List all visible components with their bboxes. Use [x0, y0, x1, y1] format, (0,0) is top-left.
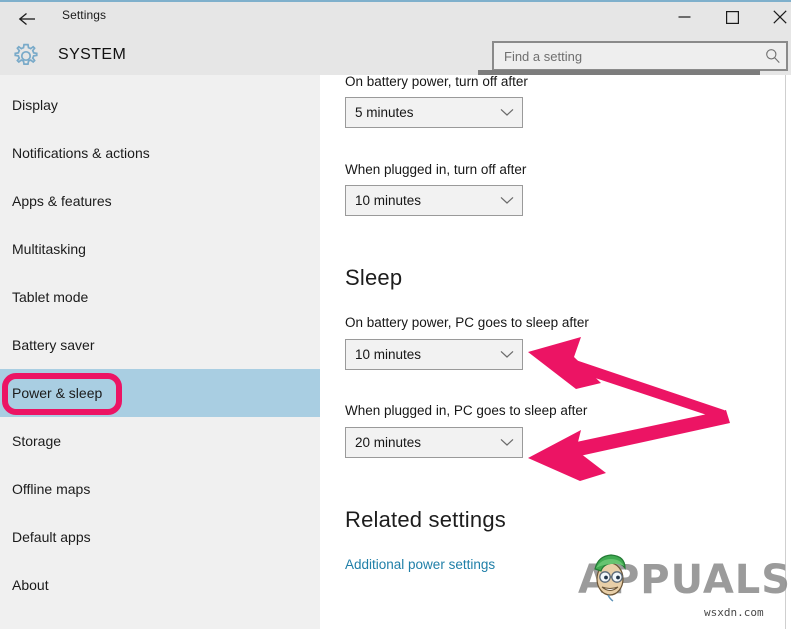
sidebar-item-apps-features[interactable]: Apps & features: [0, 177, 320, 225]
sidebar-item-label: Power & sleep: [12, 385, 103, 401]
sidebar-item-multitasking[interactable]: Multitasking: [0, 225, 320, 273]
search-icon: [760, 48, 786, 64]
sleep-plugged-dropdown[interactable]: 20 minutes: [345, 427, 523, 458]
screen-battery-value: 5 minutes: [355, 105, 414, 120]
sidebar-item-label: Battery saver: [12, 337, 95, 353]
site-credit-text: wsxdn.com: [704, 606, 764, 619]
sidebar-item-tablet-mode[interactable]: Tablet mode: [0, 273, 320, 321]
settings-window: Settings SYSTEM Find a setting Display N…: [0, 0, 791, 629]
sidebar-item-label: Default apps: [12, 529, 91, 545]
screen-battery-dropdown[interactable]: 5 minutes: [345, 97, 523, 128]
sidebar-item-label: Apps & features: [12, 193, 112, 209]
sidebar-navigation: Display Notifications & actions Apps & f…: [0, 75, 320, 629]
sleep-plugged-value: 20 minutes: [355, 435, 422, 450]
mascot-face-icon: [594, 554, 626, 602]
back-button[interactable]: [8, 4, 48, 34]
content-scrollbar-thumb[interactable]: [478, 70, 760, 75]
sidebar-item-offline-maps[interactable]: Offline maps: [0, 465, 320, 513]
sleep-plugged-label: When plugged in, PC goes to sleep after: [345, 403, 588, 418]
search-input[interactable]: [494, 48, 760, 64]
page-title: SYSTEM: [58, 46, 127, 63]
gear-icon: [12, 42, 40, 70]
sidebar-item-label: Notifications & actions: [12, 145, 150, 161]
back-arrow-icon: [18, 11, 38, 27]
sidebar-item-power-sleep[interactable]: Power & sleep: [0, 369, 320, 417]
settings-content-pane: On battery power, turn off after 5 minut…: [322, 75, 785, 629]
sidebar-item-label: Multitasking: [12, 241, 86, 257]
screen-battery-label: On battery power, turn off after: [345, 75, 528, 89]
sidebar-item-default-apps[interactable]: Default apps: [0, 513, 320, 561]
sleep-section-heading: Sleep: [345, 265, 403, 290]
sleep-battery-dropdown[interactable]: 10 minutes: [345, 339, 523, 370]
sidebar-item-notifications-actions[interactable]: Notifications & actions: [0, 129, 320, 177]
sidebar-item-label: Offline maps: [12, 481, 91, 497]
sidebar-item-label: Tablet mode: [12, 289, 89, 305]
sidebar-item-label: Display: [12, 97, 58, 113]
minimize-button[interactable]: [661, 0, 707, 34]
appuals-watermark: APPUALS: [560, 547, 790, 609]
sidebar-item-battery-saver[interactable]: Battery saver: [0, 321, 320, 369]
sidebar-item-about[interactable]: About: [0, 561, 320, 609]
sleep-battery-label: On battery power, PC goes to sleep after: [345, 315, 589, 330]
close-icon: [773, 10, 787, 24]
screen-plugged-label: When plugged in, turn off after: [345, 162, 527, 177]
window-title: Settings: [62, 8, 107, 22]
search-box[interactable]: [492, 41, 788, 71]
additional-power-settings-link[interactable]: Additional power settings: [345, 557, 495, 572]
sidebar-item-storage[interactable]: Storage: [0, 417, 320, 465]
related-settings-heading: Related settings: [345, 507, 506, 532]
title-bar: Settings: [0, 0, 791, 36]
chevron-down-icon: [492, 350, 522, 359]
chevron-down-icon: [492, 108, 522, 117]
maximize-icon: [725, 10, 739, 24]
chevron-down-icon: [492, 196, 522, 205]
minimize-icon: [678, 11, 691, 23]
sidebar-item-label: Storage: [12, 433, 62, 449]
sleep-battery-value: 10 minutes: [355, 347, 422, 362]
close-button[interactable]: [757, 0, 791, 34]
screen-plugged-dropdown[interactable]: 10 minutes: [345, 185, 523, 216]
sidebar-item-display[interactable]: Display: [0, 81, 320, 129]
chevron-down-icon: [492, 438, 522, 447]
content-right-border: [785, 75, 786, 629]
sidebar-item-label: About: [12, 577, 49, 593]
maximize-button[interactable]: [709, 0, 755, 34]
screen-plugged-value: 10 minutes: [355, 193, 422, 208]
